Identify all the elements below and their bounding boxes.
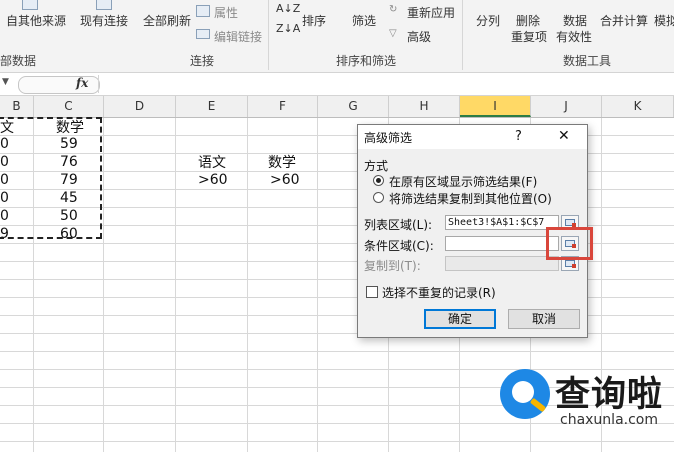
cell[interactable]: >60 [198,172,228,188]
unique-records-checkbox[interactable] [366,286,378,298]
properties-button[interactable]: 属性 [214,4,238,21]
sort-button[interactable]: 排序 [302,12,326,29]
ribbon-separator [268,0,269,70]
criteria-range-input[interactable] [445,236,559,251]
cell[interactable]: 语文 [198,152,226,172]
watermark-url: chaxunla.com [560,412,658,428]
cell[interactable]: 数学 [268,152,296,172]
ok-button[interactable]: 确定 [424,309,496,329]
column-header-e[interactable]: E [176,96,248,117]
column-header-h[interactable]: H [389,96,460,117]
copy-marquee [0,117,102,239]
existing-connections-button[interactable]: 现有连接 [80,12,128,29]
group-sort-filter-label: 排序和筛选 [336,54,397,68]
highlight-box [546,227,593,260]
copy-to-label[interactable]: 将筛选结果复制到其他位置(O) [389,190,552,207]
dialog-title: 高级筛选 [364,131,413,145]
grid-line [0,441,674,442]
existing-connections-icon [96,0,112,10]
advanced-icon: ▽ [389,28,397,39]
column-header-k[interactable]: K [602,96,674,117]
column-header-i[interactable]: I [460,96,531,117]
help-icon[interactable]: ? [515,129,522,144]
what-if-button[interactable]: 模拟 [654,12,674,29]
column-header-f[interactable]: F [248,96,318,117]
copy-to-range-label: 复制到(T): [364,259,421,273]
in-place-radio[interactable] [373,175,384,186]
grid-line [317,118,318,452]
column-header-b[interactable]: B [0,96,34,117]
name-box-dropdown-icon[interactable]: ▼ [2,77,9,87]
advanced-button[interactable]: 高级 [407,28,431,45]
from-other-sources-icon [22,0,38,10]
list-range-label: 列表区域(L): [364,218,433,232]
sort-za-icon[interactable]: Z↓A [276,22,300,35]
data-validation-button[interactable]: 数据 [563,12,587,29]
group-data-tools-label: 数据工具 [563,54,612,68]
reapply-button[interactable]: 重新应用 [407,4,455,21]
column-header-g[interactable]: G [318,96,389,117]
mode-label: 方式 [364,159,389,173]
reapply-icon: ↻ [389,4,398,15]
column-header-c[interactable]: C [34,96,104,117]
edit-links-icon [196,29,210,39]
criteria-range-label: 条件区域(C): [364,239,434,253]
remove-duplicates-button[interactable]: 删除 [516,12,540,29]
refresh-all-button[interactable]: 全部刷新 [143,12,191,29]
watermark-brand: 查询啦 [555,375,664,415]
column-header-j[interactable]: J [531,96,602,117]
copy-to-range-input[interactable] [445,256,559,271]
grid-line [0,351,674,352]
insert-function-icon[interactable]: fx [76,76,88,90]
grid-line [103,118,104,452]
group-connections-label: 连接 [190,54,215,68]
sort-az-icon[interactable]: A↓Z [276,2,300,15]
cell[interactable]: >60 [270,172,300,188]
consolidate-button[interactable]: 合并计算 [600,12,648,29]
cancel-button[interactable]: 取消 [508,309,580,329]
list-range-input[interactable]: Sheet3!$A$1:$C$7 [445,215,559,230]
grid-line [175,118,176,452]
formula-input[interactable] [98,75,674,93]
in-place-label[interactable]: 在原有区域显示筛选结果(F) [389,173,537,190]
group-external-data-label: 部数据 [0,54,37,68]
edit-links-button[interactable]: 编辑链接 [214,28,262,45]
unique-records-label[interactable]: 选择不重复的记录(R) [382,284,496,301]
ribbon-separator [462,0,463,70]
remove-duplicates-label-2: 重复项 [511,30,548,44]
close-icon[interactable]: ✕ [558,128,570,144]
copy-to-radio[interactable] [373,192,384,203]
column-header-d[interactable]: D [104,96,176,117]
properties-icon [196,5,210,17]
data-validation-label-2: 有效性 [556,30,593,44]
ribbon: 自其他来源 现有连接 全部刷新 属性 编辑链接 部数据 连接 A↓Z Z↓A 排… [0,0,674,73]
text-to-columns-button[interactable]: 分列 [476,12,500,29]
filter-button[interactable]: 筛选 [352,12,376,29]
from-other-sources-button[interactable]: 自其他来源 [6,12,66,29]
grid-line [247,118,248,452]
